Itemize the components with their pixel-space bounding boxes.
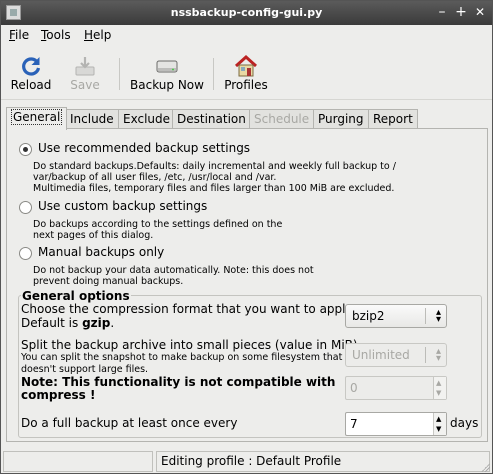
compression-select-value: bzip2	[352, 309, 385, 323]
split-size-select[interactable]: Unlimited ▴ ▾	[345, 343, 447, 367]
combo-separator	[425, 347, 426, 363]
status-bar: Editing profile : Default Profile	[1, 450, 492, 474]
tab-exclude[interactable]: Exclude	[118, 109, 176, 129]
backup-now-button[interactable]: Backup Now	[127, 48, 207, 98]
tab-schedule[interactable]: Schedule	[249, 109, 315, 129]
radio-button[interactable]	[19, 201, 32, 214]
description-line: prevent doing manual backups.	[33, 276, 184, 287]
status-cell-empty	[3, 451, 153, 472]
tab-destination[interactable]: Destination	[172, 109, 251, 129]
reload-button[interactable]: Reload	[7, 48, 55, 98]
toolbar: Reload Save Backup Now Profiles	[1, 48, 492, 100]
full-backup-label: Do a full backup at least once every	[21, 416, 238, 430]
radio-recommended-label: Use recommended backup settings	[38, 141, 251, 155]
close-icon[interactable]: ✕	[472, 4, 488, 20]
minimize-icon[interactable]: –	[434, 4, 450, 20]
description-line: Do not backup your data automatically. N…	[33, 265, 314, 276]
menu-bar: File Tools Help	[1, 25, 492, 47]
description-line: Do standard backups.Defaults: daily incr…	[33, 161, 396, 172]
menu-help[interactable]: Help	[84, 28, 111, 42]
reload-icon	[22, 57, 41, 76]
tab-general-label: General	[11, 109, 63, 125]
house-icon	[234, 54, 258, 77]
compression-label-line2: Default is gzip.	[21, 316, 114, 330]
window-title: nssbackup-config-gui.py	[170, 6, 323, 19]
spin-down-icon[interactable]: ▼	[436, 389, 441, 397]
full-backup-interval-spinner[interactable]: 7 ▲ ▼	[345, 412, 447, 436]
spin-up-icon[interactable]: ▲	[436, 379, 441, 387]
compression-label-line1: Choose the compression format that you w…	[21, 302, 355, 316]
maximize-icon[interactable]: +	[453, 4, 469, 20]
full-backup-unit: days	[450, 416, 479, 430]
resize-grip-icon[interactable]	[480, 462, 490, 472]
compression-select[interactable]: bzip2 ▴ ▾	[345, 304, 447, 328]
split-note-line2: compress !	[21, 388, 96, 402]
spin-down-icon[interactable]: ▼	[436, 425, 441, 433]
split-label: Split the backup archive into small piec…	[21, 338, 358, 352]
profiles-label: Profiles	[224, 78, 268, 92]
radio-button[interactable]	[19, 143, 32, 156]
updown-arrows-icon: ▴ ▾	[435, 346, 441, 364]
profiles-button[interactable]: Profiles	[221, 48, 271, 98]
spin-up-icon[interactable]: ▲	[436, 415, 441, 423]
radio-manual-label: Manual backups only	[38, 245, 165, 259]
updown-arrows-icon: ▴ ▾	[435, 307, 441, 325]
manual-description: Do not backup your data automatically. N…	[33, 265, 314, 287]
split-size-value: Unlimited	[352, 348, 410, 362]
tab-report[interactable]: Report	[368, 109, 418, 129]
menu-tools[interactable]: Tools	[41, 28, 71, 42]
compression-default-prefix: Default is	[21, 316, 83, 330]
split-note-line1: Note: This functionality is not compatib…	[21, 375, 336, 389]
spinner-buttons[interactable]: ▲ ▼	[433, 377, 446, 399]
description-line: var/backup of all user files, /etc, /usr…	[33, 172, 277, 183]
save-button[interactable]: Save	[63, 48, 107, 98]
description-line: next pages of this dialog.	[33, 230, 154, 241]
split-help-line2: doesn't support large files.	[21, 364, 149, 375]
toolbar-separator	[213, 58, 214, 90]
combo-separator	[425, 308, 426, 324]
save-label: Save	[70, 78, 100, 92]
status-text: Editing profile : Default Profile	[156, 451, 490, 472]
split-custom-value: 0	[350, 381, 358, 395]
compression-default-suffix: .	[110, 316, 115, 330]
general-options-title: General options	[21, 289, 131, 303]
backup-now-label: Backup Now	[130, 78, 204, 92]
tab-include[interactable]: Include	[65, 109, 119, 129]
menu-file[interactable]: File	[9, 28, 29, 42]
save-icon	[75, 57, 95, 76]
tab-general[interactable]: General	[6, 107, 68, 130]
harddisk-icon	[156, 60, 178, 73]
description-line: Do backups according to the settings def…	[33, 219, 283, 230]
split-custom-spinner[interactable]: 0 ▲ ▼	[345, 376, 447, 400]
radio-button[interactable]	[19, 247, 32, 260]
full-backup-interval-value: 7	[350, 417, 358, 431]
reload-label: Reload	[10, 78, 52, 92]
app-window: nssbackup-config-gui.py – + ✕ File Tools…	[0, 0, 493, 474]
recommended-description: Do standard backups.Defaults: daily incr…	[33, 161, 396, 194]
toolbar-separator	[119, 58, 120, 90]
radio-custom-label: Use custom backup settings	[38, 199, 208, 213]
compression-default-format: gzip	[82, 316, 111, 330]
split-help-line1: You can split the snapshot to make backu…	[21, 352, 343, 363]
custom-description: Do backups according to the settings def…	[33, 219, 282, 241]
general-panel: Use recommended backup settings Do stand…	[6, 128, 488, 442]
description-line: Multimedia files, temporary files and fi…	[33, 183, 395, 194]
tab-purging[interactable]: Purging	[313, 109, 369, 129]
spinner-buttons[interactable]: ▲ ▼	[433, 413, 446, 435]
title-bar[interactable]: nssbackup-config-gui.py – + ✕	[1, 1, 492, 25]
